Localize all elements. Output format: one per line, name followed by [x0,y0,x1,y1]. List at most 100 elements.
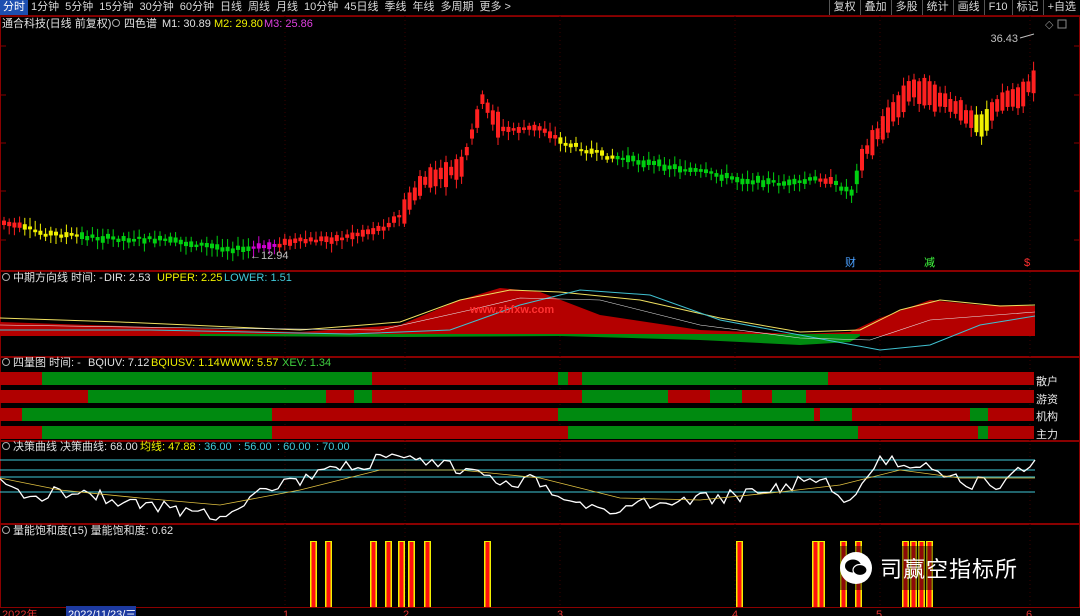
candle-body [314,239,318,243]
candle-body [230,248,235,254]
candle-body [860,148,864,171]
candle-body [319,236,324,242]
candle-body [59,234,64,238]
candle-body [449,166,454,176]
row-label-hotmoney: 游资 [1036,394,1058,406]
candle-body [579,149,584,152]
candle-body [163,238,168,241]
candle-body [797,180,802,184]
dir-area-green [200,334,860,345]
dir-value: DIR: 2.53 [104,272,150,284]
candle-body [272,243,277,247]
volume-row-0-segment [42,372,372,385]
candle-body [397,215,402,218]
candle-body [724,172,729,179]
indicator-name: 四色谱 [124,16,157,30]
candle-body [220,247,225,252]
candle-body [802,179,807,184]
candle-body [849,189,854,196]
volume-row-3-segment [978,426,988,439]
candle-body [106,233,110,239]
candle-body [371,228,376,235]
candle-body [943,93,948,107]
candle-body [256,243,261,249]
saturation-bar [425,542,430,607]
candle-body [979,114,984,137]
candle-body [756,175,760,183]
row-label-retail: 散户 [1036,376,1058,388]
volume-row-1-segment [772,390,806,403]
bqiuv-value: BQIUV: 7.12 [88,357,149,369]
candle-body [324,236,329,243]
brand-logo: 司赢空指标所 [836,546,1027,590]
candle-body [485,102,490,113]
wechat-icon [840,552,872,584]
candle-body [1010,89,1015,107]
candle-body [662,164,667,171]
event-marker: 减 [924,256,935,269]
candle-body [594,150,599,153]
saturation-bar [399,542,404,607]
candle-body [147,236,152,240]
candle-body [475,109,480,128]
candle-body [761,180,766,188]
candle-body [678,166,682,173]
candle-body [990,102,994,121]
brand-text: 司赢空指标所 [880,557,1019,582]
level-56: : 56.00 [238,441,272,453]
candle-body [282,238,287,245]
saturation-bar [386,542,391,607]
volume-row-1-segment [372,390,582,403]
high-price-label: 36.43 [990,33,1018,45]
candle-body [657,159,662,167]
ma-m2: M2: 29.80 [214,18,263,30]
high-pointer [1019,33,1035,39]
candle-body [158,235,162,241]
avg-value: 均线: 47.88 [140,439,196,453]
candle-body [683,169,688,172]
candle-body [412,187,417,201]
collapse-icon [112,19,120,27]
candle-body [288,239,292,246]
candle-body [241,246,246,253]
saturation-bar [813,542,818,607]
volume-row-0-segment [828,372,1034,385]
volume-row-2-segment [0,408,22,421]
candle-body [901,85,906,113]
date-label: 5 [876,609,882,616]
date-label: 1 [283,609,289,616]
volume-row-3-segment [0,426,42,439]
candle-body [215,244,220,250]
candle-body [194,244,199,248]
level-36: : 36.00 [198,441,232,453]
candle-body [865,145,870,154]
candle-body [522,127,526,130]
candle-body [792,178,797,185]
candle-body [142,238,147,244]
candlestick-series: 36.43 ←12.94 财 减 $ ◇ [2,19,1067,269]
candle-body [116,238,121,243]
candle-body [589,148,594,154]
candle-body [626,155,630,163]
candle-body [693,168,698,172]
panel-frame [0,16,1080,271]
candle-body [714,173,719,177]
volume-row-1-segment [806,390,1034,403]
saturation-bar [485,542,490,607]
candle-body [480,94,485,104]
candle-body [459,156,464,177]
saturation-bar [371,542,376,607]
candle-body [204,243,209,248]
candle-body [808,177,812,181]
upper-value: UPPER: 2.25 [157,272,222,284]
candle-body [184,241,188,247]
volume-row-2-segment [22,408,272,421]
candle-body [33,229,38,233]
watermark-text: www.zbfxw.com [469,304,554,316]
candle-body [506,126,511,132]
date-axis: 2022年 2022/11/23/三 1 2 3 4 5 6 [2,606,1032,616]
panel2-title: 中期方向线 时间: - [13,270,103,284]
candle-body [672,164,677,170]
saturation-bar [326,542,331,607]
candle-body [12,222,17,228]
